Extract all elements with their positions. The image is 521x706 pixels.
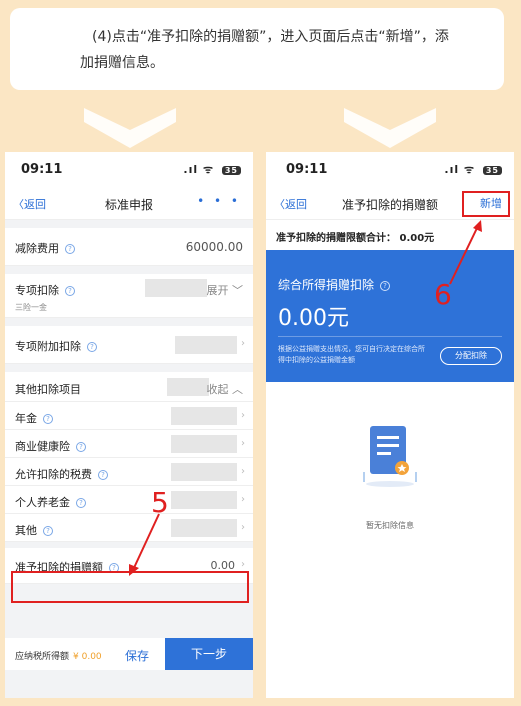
row-allowed-taxes[interactable]: 允许扣除的税费? › [5, 458, 253, 486]
chevron-right-icon: › [241, 410, 245, 421]
down-arrow-right [344, 108, 436, 148]
status-time: 09:11 [286, 162, 328, 177]
row-label: 专项附加扣除 [15, 340, 81, 353]
down-arrow-left [84, 108, 176, 148]
battery-icon: 35 [221, 166, 241, 175]
instruction-line-1: (4)点击“准予扣除的捐赠额”，进入页面后点击“新增”，添 [92, 29, 449, 45]
signal-wifi-battery: .ıl ᯤ 35 [183, 162, 241, 177]
battery-icon: 35 [482, 166, 502, 175]
status-bar: 09:11 .ıl ᯤ 35 [266, 152, 514, 186]
chevron-right-icon: › [241, 559, 245, 570]
row-annuity[interactable]: 年金? › [5, 402, 253, 430]
signal-icon: .ıl [183, 163, 199, 176]
redacted-value [171, 435, 237, 453]
chevron-right-icon: › [241, 338, 245, 349]
redacted-value [175, 336, 237, 354]
signal-icon: .ıl [444, 163, 460, 176]
row-special-deduction[interactable]: 专项扣除? 三险一金 展开 ﹀ [5, 274, 253, 318]
highlight-box-add [462, 191, 510, 217]
help-icon[interactable]: ? [65, 286, 75, 296]
row-label: 其他扣除项目 [15, 383, 81, 396]
pointer-arrow-6 [449, 220, 482, 285]
taxable-income-amount: ¥ 0.00 [73, 652, 102, 662]
chevron-right-icon: › [241, 494, 245, 505]
nav-bar: 〈返回 标准申报 • • • [5, 186, 253, 220]
status-time: 09:11 [21, 162, 63, 177]
help-icon[interactable]: ? [76, 498, 86, 508]
card-amount: 0.00元 [278, 306, 349, 331]
card-title: 综合所得捐赠扣除 [278, 278, 375, 292]
redacted-value [171, 519, 237, 537]
collapse-toggle[interactable]: 收起 ︿ [207, 381, 244, 397]
taxable-income-label: 应纳税所得额 [15, 652, 70, 662]
expand-toggle[interactable]: 展开 ﹀ [207, 282, 244, 298]
chevron-right-icon: › [241, 438, 245, 449]
row-label: 商业健康险 [15, 440, 70, 453]
help-icon[interactable]: ? [76, 442, 86, 452]
pointer-arrow-5 [129, 513, 160, 576]
row-deduction-expense[interactable]: 减除费用? 60000.00 [5, 228, 253, 266]
help-icon[interactable]: ? [65, 244, 75, 254]
empty-state-text: 暂无扣除信息 [366, 521, 414, 530]
redacted-value [167, 378, 209, 396]
row-other-header[interactable]: 其他扣除项目 收起 ︿ [5, 372, 253, 402]
chevron-right-icon: › [241, 522, 245, 533]
row-sub-label: 三险一金 [15, 303, 47, 312]
row-value: 60000.00 [185, 240, 243, 254]
instruction-line-2: 加捐赠信息。 [80, 55, 164, 71]
more-button[interactable]: • • • [197, 194, 241, 208]
divider [278, 336, 502, 337]
allocate-deduction-button[interactable]: 分配扣除 [440, 347, 502, 365]
phone-standard-declaration: 09:11 .ıl ᯤ 35 〈返回 标准申报 • • • 减除费用? 6000… [5, 152, 253, 698]
empty-document-icon [363, 426, 417, 487]
redacted-value [171, 463, 237, 481]
row-label: 专项扣除 [15, 284, 59, 297]
help-icon[interactable]: ? [380, 281, 391, 291]
phone-donation-deduction: 09:11 .ıl ᯤ 35 〈返回 准予扣除的捐赠额 新增 准予扣除的捐赠限额… [266, 152, 514, 698]
signal-wifi-battery: .ıl ᯤ 35 [444, 162, 502, 177]
help-icon[interactable]: ? [87, 342, 97, 352]
save-button[interactable]: 保存 [125, 647, 149, 664]
next-step-button[interactable]: 下一步 [165, 638, 253, 670]
help-icon[interactable]: ? [98, 470, 108, 480]
redacted-value [171, 491, 237, 509]
row-label: 其他 [15, 524, 37, 537]
row-personal-pension[interactable]: 个人养老金? › [5, 486, 253, 514]
row-special-additional[interactable]: 专项附加扣除? › [5, 326, 253, 364]
redacted-value [171, 407, 237, 425]
help-icon[interactable]: ? [43, 414, 53, 424]
row-label: 减除费用 [15, 242, 59, 255]
card-note: 根据公益捐赠支出情况，您可自行决定在综合所得中扣除的公益捐赠金额 [278, 345, 425, 364]
row-label: 年金 [15, 412, 37, 425]
chevron-right-icon: › [241, 466, 245, 477]
status-bar: 09:11 .ıl ᯤ 35 [5, 152, 253, 186]
bottom-action-bar: 应纳税所得额 ¥ 0.00 保存 下一步 [5, 638, 253, 670]
row-label: 允许扣除的税费 [15, 468, 92, 481]
row-health-insurance[interactable]: 商业健康险? › [5, 430, 253, 458]
instruction-card: (4)点击“准予扣除的捐赠额”，进入页面后点击“新增”，添 加捐赠信息。 [10, 8, 504, 90]
help-icon[interactable]: ? [43, 526, 53, 536]
row-label: 个人养老金 [15, 496, 70, 509]
redacted-value [145, 279, 207, 297]
